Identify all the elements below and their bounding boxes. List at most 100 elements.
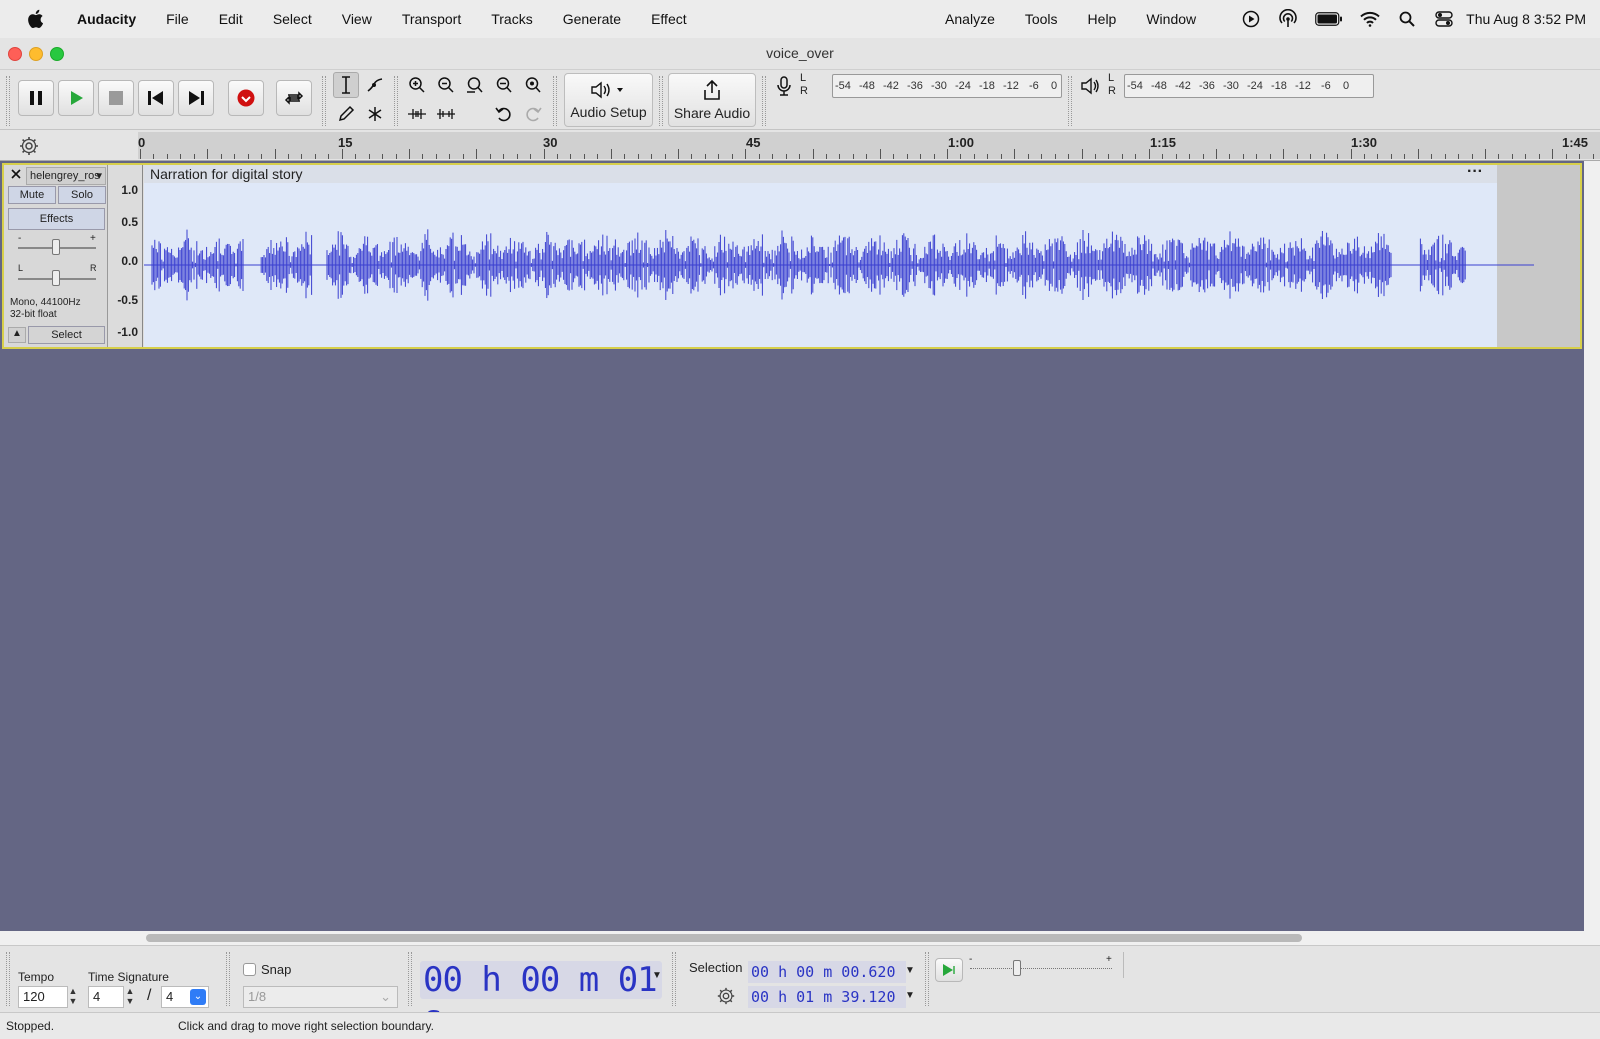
playback-meter-scale[interactable]: -54 -48 -42 -36 -30 -24 -18 -12 -6 0 [1124,74,1374,98]
trim-audio-button[interactable] [404,101,430,127]
apple-icon[interactable] [24,9,46,29]
menu-app-name[interactable]: Audacity [62,11,151,27]
menu-generate[interactable]: Generate [548,11,636,27]
spotlight-search-icon[interactable] [1397,9,1417,29]
menu-file[interactable]: File [151,11,204,27]
loop-button[interactable] [276,80,312,116]
time-format-dropdown-icon[interactable]: ▼ [652,970,662,981]
record-meter[interactable]: -54 -48 -42 -36 -30 -24 -18 -12 -6 0 [806,74,1062,98]
selection-start-time[interactable]: 00 h 00 m 00.620 s [748,961,906,1003]
speaker-dropdown-icon [590,81,623,99]
timeline-settings-button[interactable] [18,135,40,157]
track-close-button[interactable] [8,168,24,184]
snap-checkbox[interactable] [243,963,256,976]
gain-slider-thumb[interactable] [52,239,60,255]
numerator-stepper[interactable]: ▲ ▼ [124,986,136,1008]
selection-start-dropdown-icon[interactable]: ▼ [905,965,915,976]
envelope-icon [367,78,383,92]
toolbar-grip[interactable] [322,76,326,126]
control-center-icon[interactable] [1434,9,1454,29]
horizontal-scrollbar[interactable] [0,931,1600,945]
ruler-tick [1121,154,1123,159]
effects-button[interactable]: Effects [8,208,105,230]
toolbar-grip[interactable] [672,952,676,1006]
clip-header[interactable]: Narration for digital story ··· [144,163,1497,183]
selection-tool-button[interactable] [333,72,359,98]
play-at-speed-button[interactable] [935,958,963,982]
multi-tool-button[interactable] [362,101,388,127]
toolbar-grip[interactable] [553,76,557,126]
playback-meter[interactable]: -54 -48 -42 -36 -30 -24 -18 -12 -6 0 [1094,74,1374,98]
menu-tracks[interactable]: Tracks [476,11,547,27]
audio-track[interactable]: helengrey_ros ▾ Mute Solo Effects - + L … [2,163,1582,349]
collapse-track-button[interactable]: ▲ [8,327,26,343]
zoom-toggle-button[interactable] [520,72,546,98]
audio-setup-button[interactable]: Audio Setup [564,73,653,127]
toolbar-grip[interactable] [1068,76,1072,126]
ruler-tick [933,154,935,159]
solo-button[interactable]: Solo [58,186,106,204]
pan-slider-thumb[interactable] [52,270,60,286]
draw-tool-button[interactable] [333,101,359,127]
skip-to-end-button[interactable] [178,80,214,116]
toolbar-grip[interactable] [659,76,663,126]
toolbar-grip[interactable] [6,952,10,1006]
menu-help[interactable]: Help [1073,11,1132,27]
menu-view[interactable]: View [327,11,387,27]
skip-to-start-button[interactable] [138,80,174,116]
selection-end-time[interactable]: 00 h 01 m 39.120 s [748,986,906,1028]
silence-audio-button[interactable] [433,101,459,127]
menubar-clock[interactable]: Thu Aug 8 3:52 PM [1466,11,1586,27]
toolbar-grip[interactable] [226,952,230,1006]
tempo-input[interactable]: 120 [18,986,68,1008]
tempo-stepper[interactable]: ▲ ▼ [67,986,79,1008]
menu-analyze[interactable]: Analyze [930,11,1010,27]
wifi-icon[interactable] [1360,9,1380,29]
menu-effect[interactable]: Effect [636,11,702,27]
share-audio-button[interactable]: Share Audio [668,73,756,127]
battery-icon[interactable] [1315,9,1343,29]
clip-menu-button[interactable]: ··· [1467,163,1483,181]
record-button[interactable] [228,80,264,116]
fit-project-button[interactable] [491,72,517,98]
select-track-button[interactable]: Select [28,326,105,344]
play-button[interactable] [58,80,94,116]
now-playing-icon[interactable] [1241,9,1261,29]
ruler-tick [691,154,693,159]
playback-speed-slider[interactable] [970,968,1112,969]
menu-select[interactable]: Select [258,11,327,27]
time-signature-numerator[interactable]: 4 [88,986,124,1008]
time-signature-denominator[interactable]: 4 ⌄ [161,986,209,1008]
snap-to-select[interactable]: 1/8 ⌄ [243,986,398,1008]
record-meter-button[interactable] [771,73,797,99]
undo-button[interactable] [491,101,517,127]
menu-edit[interactable]: Edit [204,11,258,27]
vertical-scrollbar[interactable] [1584,161,1600,931]
record-meter-scale[interactable]: -54 -48 -42 -36 -30 -24 -18 -12 -6 0 [832,74,1062,98]
stop-button[interactable] [98,80,134,116]
zoom-out-button[interactable] [433,72,459,98]
playback-speed-thumb[interactable] [1013,960,1021,976]
selection-settings-button[interactable] [716,986,742,1008]
time-display[interactable]: 00 h 00 m 01 s [420,961,662,1037]
pause-button[interactable] [18,80,54,116]
zoom-in-button[interactable] [404,72,430,98]
toolbar-grip[interactable] [6,76,10,126]
timeline-ruler[interactable]: 0 15 30 45 1:00 1:15 1:30 1:45 [138,132,1600,159]
track-name-menu[interactable]: helengrey_ros ▾ [26,167,106,185]
toolbar-grip[interactable] [925,952,929,1006]
redo-button[interactable] [520,101,546,127]
envelope-tool-button[interactable] [362,72,388,98]
amplitude-scale[interactable]: 1.0 0.5 0.0 -0.5 -1.0 [108,165,143,347]
menu-window[interactable]: Window [1131,11,1211,27]
menu-transport[interactable]: Transport [387,11,476,27]
toolbar-grip[interactable] [762,76,766,126]
airdrop-icon[interactable] [1278,9,1298,29]
fit-selection-button[interactable] [462,72,488,98]
toolbar-grip[interactable] [408,952,412,1006]
horizontal-scrollbar-thumb[interactable] [146,934,1302,942]
menu-tools[interactable]: Tools [1010,11,1073,27]
mute-button[interactable]: Mute [8,186,56,204]
toolbar-grip[interactable] [394,76,398,126]
selection-end-dropdown-icon[interactable]: ▼ [905,990,915,1001]
